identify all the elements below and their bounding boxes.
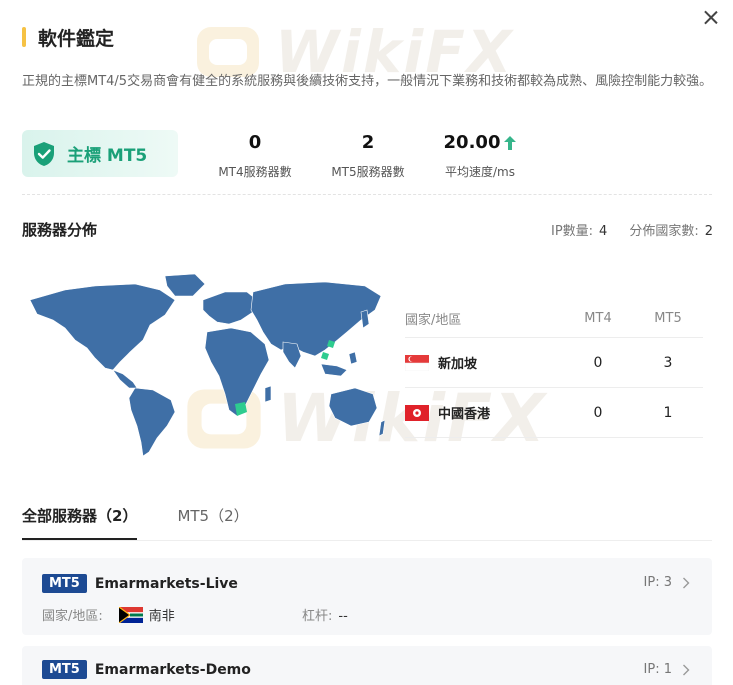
world-map — [29, 273, 385, 457]
server-card[interactable]: MT5 Emarmarkets-Live IP: 3 國家/地區: 南非 杠杆:… — [22, 558, 712, 635]
stat-value: 0 — [248, 132, 262, 153]
country-cell: 新加坡 — [405, 353, 563, 372]
server-tabs: 全部服務器（2） MT5（2） — [22, 505, 289, 540]
stat-value: 20.00 — [443, 132, 501, 153]
stat-avg-speed: 20.00 平均速度/ms — [440, 132, 520, 180]
ip-count: IP數量: 4 — [550, 224, 608, 239]
close-icon[interactable] — [699, 6, 723, 30]
col-country: 國家/地區 — [405, 313, 462, 328]
mt5-badge: 主標 MT5 — [22, 130, 178, 177]
platform-tag: MT5 — [42, 574, 87, 593]
server-country: 國家/地區: 南非 — [42, 605, 175, 624]
server-card[interactable]: MT5 Emarmarkets-Demo IP: 1 — [22, 646, 712, 685]
server-name: Emarmarkets-Live — [94, 575, 238, 592]
tabs-divider — [22, 540, 712, 541]
server-distribution-title: 服務器分佈 — [22, 221, 98, 239]
singapore-marker — [321, 352, 329, 360]
chevron-right-icon — [683, 664, 690, 675]
page-title: 軟件鑑定 — [38, 27, 115, 50]
stat-mt4-servers: 0 MT4服務器數 — [212, 132, 298, 180]
divider — [22, 194, 712, 195]
table-row: 中國香港 0 1 — [405, 388, 703, 438]
stat-value-row: 20.00 — [440, 132, 520, 153]
server-name: Emarmarkets-Demo — [94, 661, 251, 678]
arrow-up-icon — [504, 135, 517, 150]
south-africa-marker — [235, 402, 247, 416]
col-mt4: MT4 — [584, 311, 612, 326]
platform-tag: MT5 — [42, 660, 87, 679]
hongkong-flag-icon — [405, 404, 429, 421]
country-cell: 中國香港 — [405, 403, 563, 422]
stat-caption: MT5服務器數 — [331, 165, 405, 179]
tab-all-servers[interactable]: 全部服務器（2） — [22, 505, 138, 540]
col-mt5: MT5 — [654, 311, 682, 326]
stat-value: 2 — [361, 132, 375, 153]
stat-caption: 平均速度/ms — [445, 165, 515, 179]
stat-caption: MT4服務器數 — [218, 165, 292, 179]
mt4-count: 0 — [593, 404, 603, 421]
mt5-count: 1 — [663, 404, 673, 421]
south-africa-flag-icon — [118, 606, 143, 623]
server-card-header: MT5 Emarmarkets-Demo — [42, 660, 251, 679]
country-count: 分佈國家數: 2 — [629, 224, 713, 239]
badge-label: 主標 MT5 — [67, 146, 148, 166]
server-leverage: 杠杆: -- — [302, 609, 348, 624]
chevron-right-icon — [683, 577, 690, 588]
server-distribution-meta: IP數量: 4 分佈國家數: 2 — [551, 220, 713, 239]
tab-mt5[interactable]: MT5（2） — [177, 505, 248, 540]
section-header: 軟件鑑定 — [22, 26, 115, 50]
description: 正規的主標MT4/5交易商會有健全的系統服務與後續技術支持，一般情況下業務和技術… — [22, 74, 713, 89]
stat-mt5-servers: 2 MT5服務器數 — [325, 132, 411, 180]
table-header-row: 國家/地區 MT4 MT5 — [405, 300, 703, 338]
mt4-count: 0 — [593, 354, 603, 371]
table-row: 新加坡 0 3 — [405, 338, 703, 388]
shield-check-icon — [34, 141, 54, 166]
server-distribution-table: 國家/地區 MT4 MT5 新加坡 0 3 中國香港 0 1 — [405, 300, 703, 438]
server-ip: IP: 3 — [644, 575, 690, 590]
server-ip: IP: 1 — [644, 662, 690, 677]
accent-bar — [22, 27, 26, 47]
server-card-header: MT5 Emarmarkets-Live — [42, 574, 238, 593]
singapore-flag-icon — [405, 354, 429, 371]
mt5-count: 3 — [663, 354, 673, 371]
